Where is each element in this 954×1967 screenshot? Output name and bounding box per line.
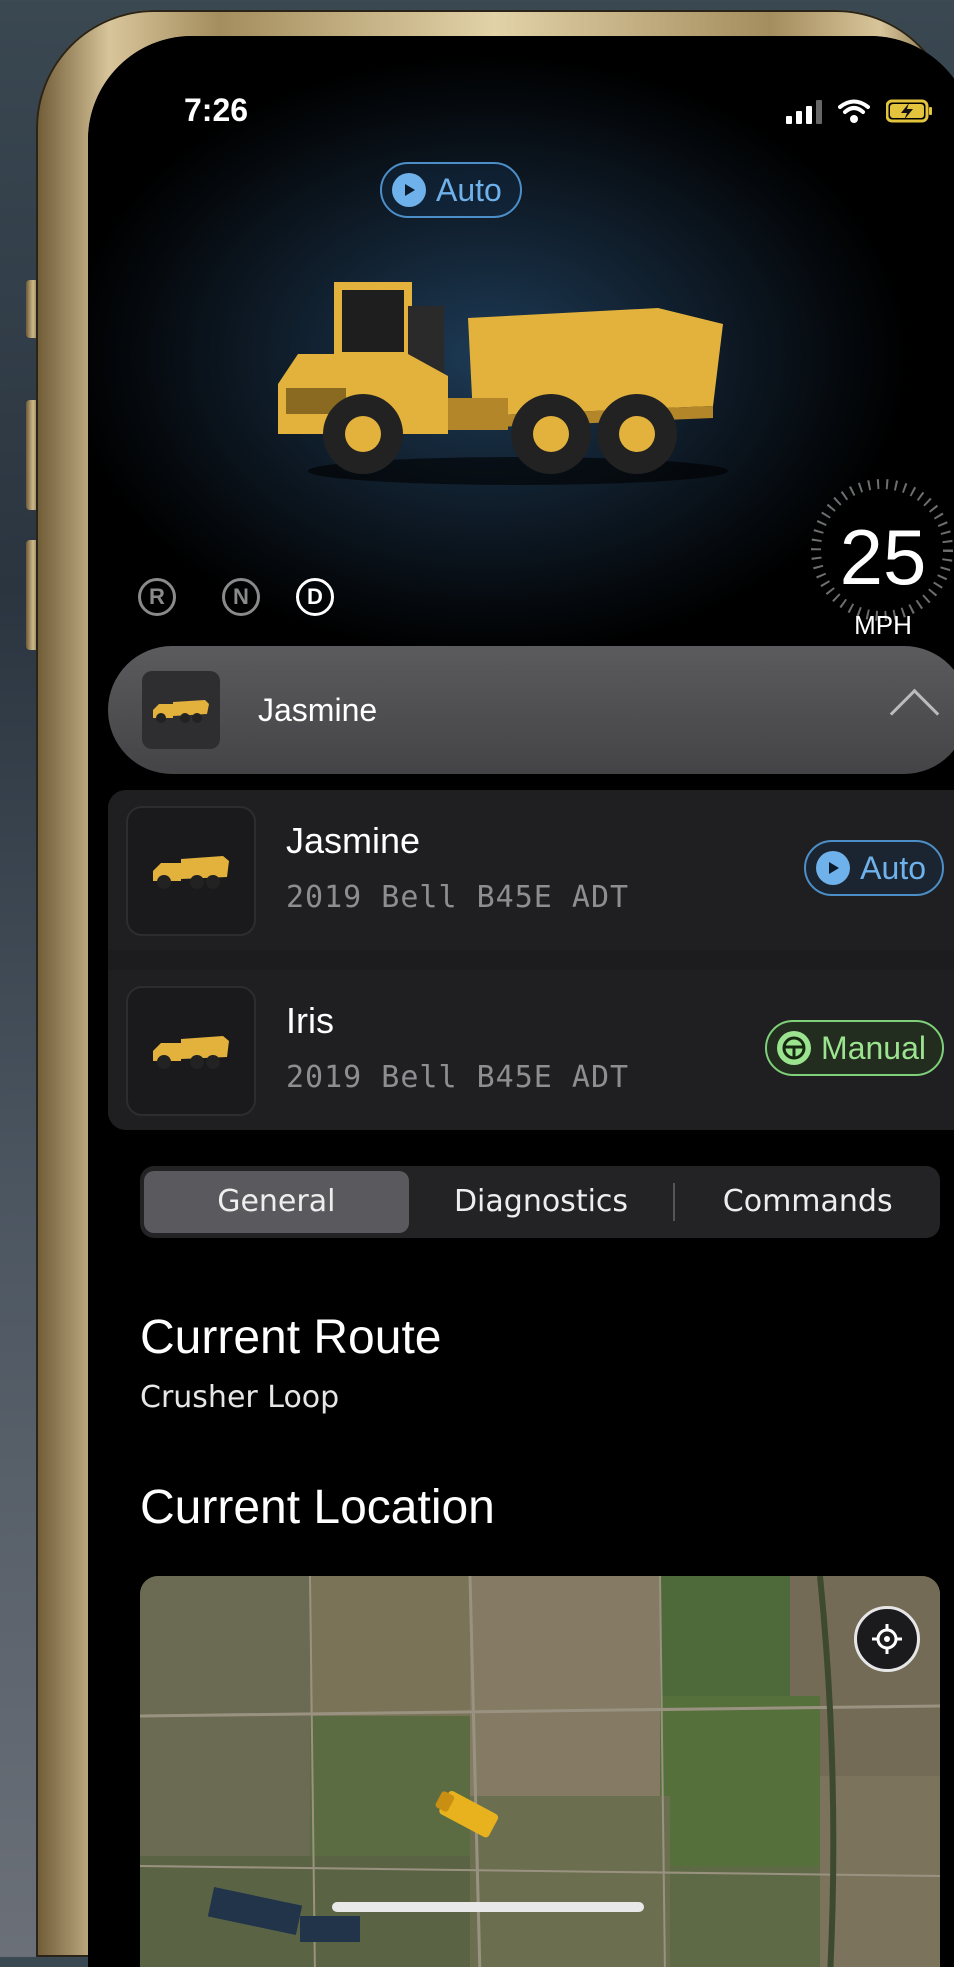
gear-drive[interactable]: D	[296, 578, 334, 616]
speed-value: 25	[839, 513, 927, 601]
current-location-title: Current Location	[140, 1481, 495, 1534]
vehicle-row-iris[interactable]: Iris 2019 Bell B45E ADT Manual	[108, 970, 954, 1130]
vehicle-mode-label: Manual	[821, 1029, 926, 1066]
recenter-icon	[872, 1624, 902, 1654]
status-icons	[786, 98, 934, 124]
battery-charging-icon	[886, 99, 932, 123]
truck-icon	[153, 1036, 229, 1069]
tab-general[interactable]: General	[144, 1171, 409, 1233]
truck-icon	[153, 856, 229, 889]
gear-reverse[interactable]: R	[138, 578, 176, 616]
speed-unit: MPH	[854, 610, 912, 640]
vehicle-thumbnail	[126, 806, 256, 936]
speedometer: 25 MPH	[808, 476, 954, 640]
phone-frame: 7:26 Auto R N D 25 MPH Jasmine Jasmine 2…	[36, 10, 954, 1967]
vehicle-mode-badge-manual: Manual	[765, 1020, 944, 1076]
vehicle-model: 2019 Bell B45E ADT	[286, 880, 630, 915]
play-icon	[392, 173, 426, 207]
vehicle-list: Jasmine 2019 Bell B45E ADT Auto Iris 201…	[108, 790, 954, 1130]
recenter-button[interactable]	[854, 1606, 920, 1672]
tab-commands[interactable]: Commands	[675, 1171, 940, 1233]
play-icon	[816, 851, 851, 885]
truck-location-marker	[435, 1790, 499, 1838]
signal-icon	[786, 100, 822, 124]
dump-truck-illustration	[278, 282, 728, 485]
vehicle-model: 2019 Bell B45E ADT	[286, 1060, 630, 1095]
detail-tabs: General Diagnostics Commands	[140, 1166, 940, 1238]
hero-panel: 7:26 Auto R N D 25 MPH	[88, 36, 954, 676]
steering-wheel-icon	[777, 1031, 812, 1065]
vehicle-mode-label: Auto	[860, 849, 926, 886]
home-indicator[interactable]	[332, 1902, 644, 1912]
selected-vehicle-name: Jasmine	[258, 691, 378, 728]
app-screen: 7:26 Auto R N D 25 MPH Jasmine Jasmine 2…	[88, 36, 954, 1967]
autonomy-mode-badge: Auto	[380, 162, 522, 218]
vehicle-row-jasmine[interactable]: Jasmine 2019 Bell B45E ADT Auto	[108, 790, 954, 950]
current-route-value: Crusher Loop	[140, 1380, 340, 1415]
wifi-icon	[838, 99, 870, 123]
vehicle-selector[interactable]: Jasmine	[108, 646, 954, 774]
current-route-title: Current Route	[140, 1311, 442, 1364]
gear-neutral[interactable]: N	[222, 578, 260, 616]
autonomy-mode-label: Auto	[436, 171, 502, 208]
vehicle-name: Jasmine	[286, 820, 421, 861]
status-time: 7:26	[184, 92, 249, 128]
vehicle-mode-badge-auto: Auto	[804, 840, 944, 896]
truck-icon	[153, 700, 209, 723]
vehicle-thumbnail	[126, 986, 256, 1116]
selected-vehicle-thumbnail	[142, 671, 220, 749]
chevron-up-icon[interactable]	[889, 688, 940, 739]
tab-diagnostics[interactable]: Diagnostics	[409, 1171, 674, 1233]
vehicle-name: Iris	[286, 1000, 334, 1041]
